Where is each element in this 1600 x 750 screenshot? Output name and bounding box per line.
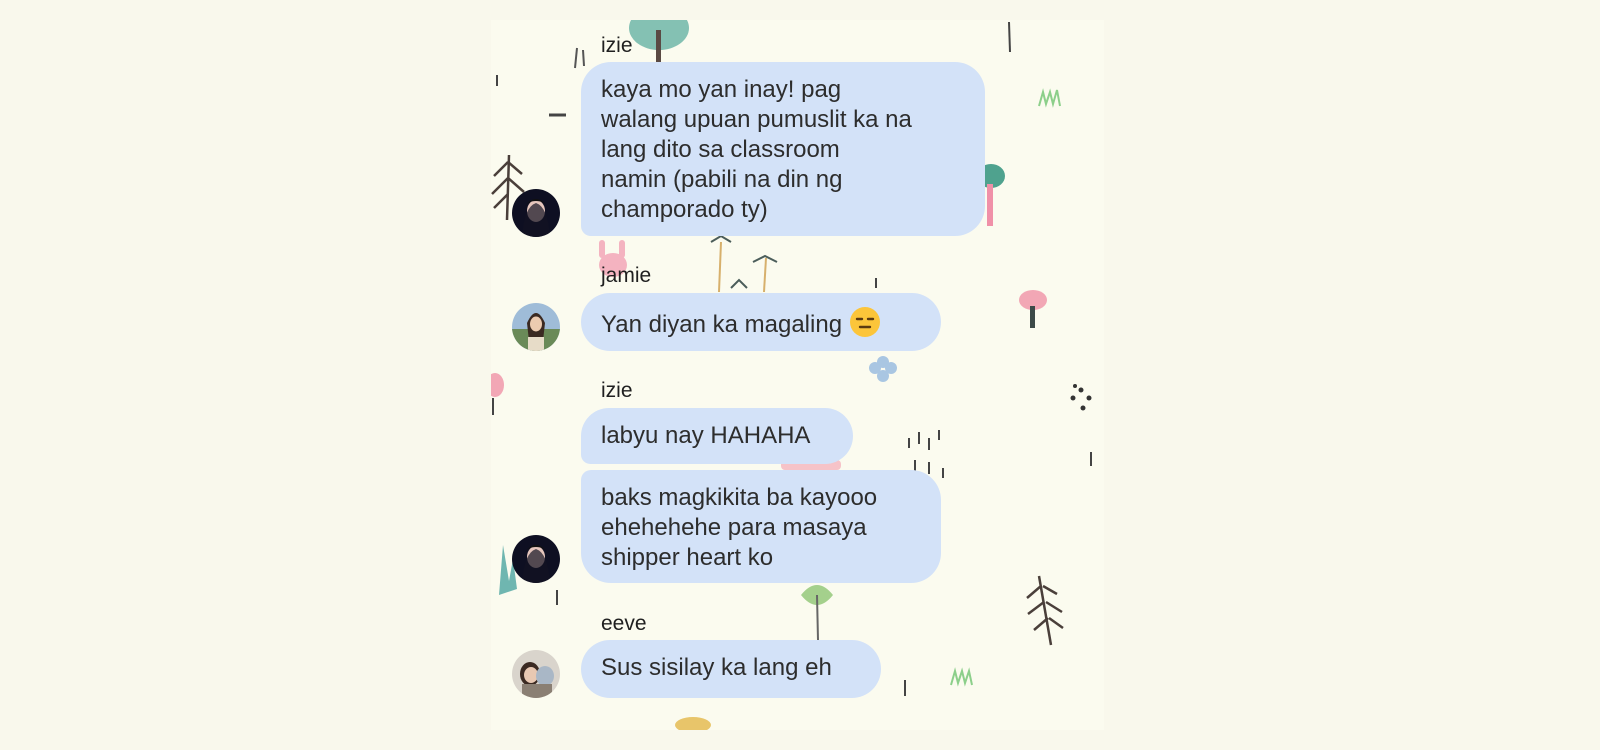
chat-thread[interactable]: izie kaya mo yan inay! pag walang upuan … <box>491 20 1104 730</box>
sender-name: eeve <box>601 612 647 635</box>
avatar-jamie[interactable] <box>512 303 560 351</box>
message-bubble[interactable]: baks magkikita ba kayooo ehehehehe para … <box>581 470 941 583</box>
avatar-izie[interactable] <box>512 189 560 237</box>
avatar-izie[interactable] <box>512 535 560 583</box>
expressionless-face-icon <box>849 307 880 337</box>
message-bubble[interactable]: kaya mo yan inay! pag walang upuan pumus… <box>581 62 985 236</box>
message-bubble[interactable]: labyu nay HAHAHA <box>581 408 853 464</box>
avatar-eeve[interactable] <box>512 650 560 698</box>
sender-name: izie <box>601 379 633 402</box>
message-bubble[interactable]: Yan diyan ka magaling <box>581 293 941 351</box>
message-text: Yan diyan ka magaling <box>601 311 843 338</box>
sender-name: jamie <box>601 264 652 287</box>
message-bubble[interactable]: Sus sisilay ka lang eh <box>581 640 881 698</box>
sender-name: izie <box>601 34 633 57</box>
